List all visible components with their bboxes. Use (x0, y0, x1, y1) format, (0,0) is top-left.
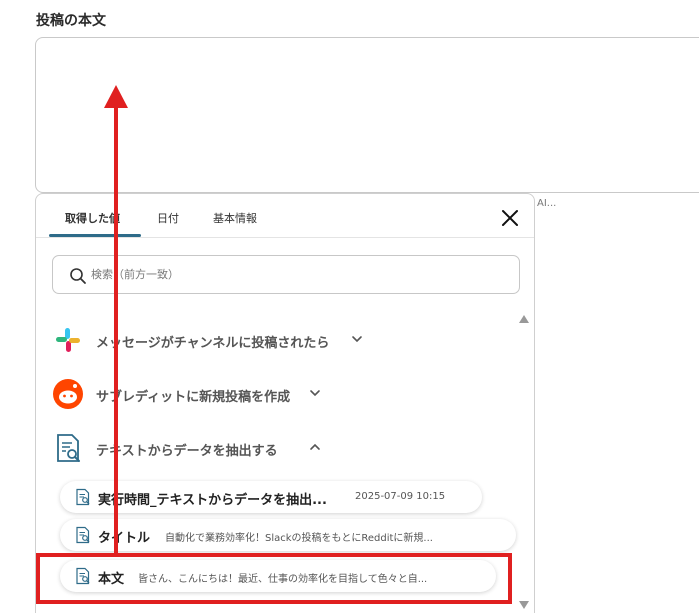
active-tab-indicator (49, 234, 141, 237)
section-label: サブレディットに新規投稿を作成 (96, 390, 291, 405)
ai-hint-text: AI... (537, 198, 557, 209)
section-slack-trigger[interactable]: メッセージがチャンネルに投稿されたら (52, 324, 372, 356)
item-value: 2025-07-09 10:15 (355, 491, 446, 502)
scroll-up-arrow[interactable] (519, 315, 529, 323)
slack-icon (56, 328, 80, 352)
post-body-textarea[interactable] (35, 37, 699, 193)
document-search-icon (76, 488, 90, 506)
search-input[interactable] (91, 256, 511, 293)
value-picker-panel: 取得した値 日付 基本情報 メッセージがチャンネルに投稿されたら (35, 193, 535, 613)
tab-date[interactable]: 日付 (157, 210, 179, 226)
chevron-up-icon[interactable] (308, 440, 322, 454)
section-reddit-action[interactable]: サブレディットに新規投稿を作成 (52, 378, 342, 410)
reddit-icon (53, 379, 83, 409)
document-search-icon (76, 567, 90, 585)
tab-bar: 取得した値 日付 基本情報 (36, 194, 534, 238)
item-title: タイトル (98, 531, 151, 546)
document-search-icon (57, 434, 80, 462)
search-box (52, 255, 520, 294)
value-item-title[interactable]: タイトル 自動化で業務効率化！Slackの投稿をもとにRedditに新規... (60, 519, 516, 551)
value-item-execution-time[interactable]: 実行時間_テキストからデータを抽出... 2025-07-09 10:15 (60, 481, 482, 513)
item-value: 自動化で業務効率化！Slackの投稿をもとにRedditに新規... (165, 533, 433, 544)
search-icon (70, 268, 86, 284)
section-label: メッセージがチャンネルに投稿されたら (96, 336, 330, 351)
item-value: 皆さん、こんにちは！最近、仕事の効率化を目指して色々と自... (138, 574, 428, 585)
section-label: テキストからデータを抽出する (96, 444, 278, 459)
value-item-body[interactable]: 本文 皆さん、こんにちは！最近、仕事の効率化を目指して色々と自... (60, 560, 496, 592)
close-icon[interactable] (500, 208, 520, 228)
section-extract-data[interactable]: テキストからデータを抽出する (52, 432, 342, 464)
item-title: 本文 (98, 572, 125, 587)
item-title: 実行時間_テキストからデータを抽出... (98, 493, 327, 508)
document-search-icon (76, 526, 90, 544)
scroll-down-arrow[interactable] (519, 601, 529, 609)
tab-basic-info[interactable]: 基本情報 (213, 210, 257, 226)
tab-retrieved-values[interactable]: 取得した値 (65, 210, 120, 226)
chevron-down-icon[interactable] (308, 386, 322, 400)
chevron-down-icon[interactable] (350, 332, 364, 346)
field-label: 投稿の本文 (36, 13, 106, 29)
